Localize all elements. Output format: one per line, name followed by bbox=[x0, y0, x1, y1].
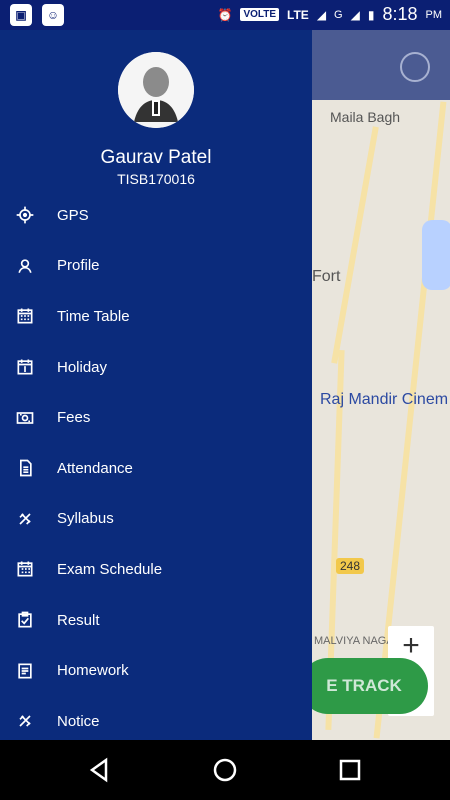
volte-badge: VOLTE bbox=[240, 8, 280, 21]
menu-label: Time Table bbox=[57, 307, 130, 325]
homework-icon bbox=[18, 663, 32, 679]
gps-icon bbox=[16, 206, 34, 224]
user-id: TISB170016 bbox=[117, 171, 195, 187]
lte-label: LTE bbox=[287, 7, 309, 22]
recents-icon[interactable] bbox=[336, 756, 364, 784]
profile-icon bbox=[18, 259, 32, 273]
menu-item-gps[interactable]: GPS bbox=[0, 190, 312, 241]
menu-label: Profile bbox=[57, 257, 100, 275]
menu-item-homework[interactable]: Homework bbox=[0, 645, 312, 696]
user-name: Gaurav Patel bbox=[100, 147, 212, 168]
g-label: G bbox=[334, 8, 343, 21]
lake bbox=[422, 220, 450, 290]
avatar-image bbox=[118, 52, 194, 128]
menu-item-result[interactable]: Result bbox=[0, 595, 312, 646]
map-view[interactable]: Maila Bagh Fort Raj Mandir Cinem 248 MAL… bbox=[312, 30, 450, 740]
back-icon[interactable] bbox=[86, 756, 114, 784]
map-label-raj-mandir: Raj Mandir Cinem bbox=[320, 391, 449, 408]
result-icon bbox=[18, 611, 32, 628]
status-bar: ▣ ☺ ⏰ VOLTE LTE ◢ G ◢ ▮ 8:18 PM bbox=[0, 0, 450, 30]
menu-item-attendance[interactable]: Attendance bbox=[0, 443, 312, 494]
exam-schedule-icon bbox=[17, 561, 33, 577]
menu-label: GPS bbox=[57, 206, 89, 224]
menu-item-syllabus[interactable]: Syllabus bbox=[0, 494, 312, 545]
navigation-drawer: Gaurav Patel TISB170016 GPS Profile Time… bbox=[0, 30, 312, 740]
signal-icon-2: ◢ bbox=[350, 7, 360, 22]
home-icon[interactable] bbox=[211, 756, 239, 784]
map-label-fort: Fort bbox=[312, 268, 341, 285]
time-ampm: PM bbox=[425, 8, 443, 21]
syllabus-icon bbox=[19, 513, 31, 525]
calendar-icon bbox=[17, 308, 33, 324]
alarm-icon: ⏰ bbox=[217, 7, 233, 22]
menu-label: Notice bbox=[57, 712, 100, 730]
app-icon: ▣ bbox=[10, 4, 32, 26]
menu-label: Attendance bbox=[57, 459, 133, 477]
menu-item-notice[interactable]: Notice bbox=[0, 696, 312, 747]
notice-icon bbox=[19, 715, 31, 727]
system-navigation-bar bbox=[0, 740, 450, 800]
menu-item-holiday[interactable]: Holiday bbox=[0, 342, 312, 393]
menu-label: Holiday bbox=[57, 358, 108, 376]
menu-item-profile[interactable]: Profile bbox=[0, 241, 312, 292]
android-icon: ☺ bbox=[42, 4, 64, 26]
time: 8:18 bbox=[382, 4, 418, 24]
avatar[interactable] bbox=[118, 52, 194, 128]
battery-icon: ▮ bbox=[367, 7, 375, 22]
menu-label: Homework bbox=[57, 662, 129, 680]
holiday-icon bbox=[17, 359, 33, 375]
attendance-icon bbox=[20, 459, 32, 477]
menu-label: Fees bbox=[57, 409, 91, 427]
signal-icon: ◢ bbox=[316, 7, 327, 22]
drawer-menu: GPS Profile Time Table Holiday Fees Atte… bbox=[0, 190, 312, 747]
map-header bbox=[312, 30, 450, 100]
map-label-maila-bagh: Maila Bagh bbox=[330, 109, 401, 125]
track-button[interactable]: E TRACK bbox=[312, 658, 428, 714]
menu-label: Syllabus bbox=[57, 510, 114, 528]
menu-item-time-table[interactable]: Time Table bbox=[0, 291, 312, 342]
graduation-icon[interactable] bbox=[400, 52, 430, 82]
menu-label: Exam Schedule bbox=[57, 560, 163, 578]
menu-label: Result bbox=[57, 611, 100, 629]
fees-icon bbox=[16, 411, 34, 424]
menu-item-fees[interactable]: Fees bbox=[0, 392, 312, 443]
menu-item-exam-schedule[interactable]: Exam Schedule bbox=[0, 544, 312, 595]
map-label-248: 248 bbox=[336, 558, 365, 574]
